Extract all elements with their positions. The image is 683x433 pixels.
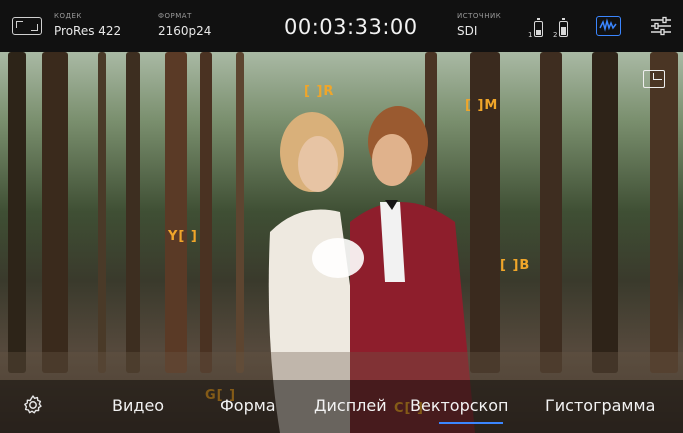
tab-histogram[interactable]: Гистограмма — [545, 396, 655, 415]
target-r: [ ]R — [304, 84, 335, 99]
couple-figures — [0, 106, 683, 433]
tab-video[interactable]: Видео — [112, 396, 164, 415]
status-bar: КОДЕК ProRes 422 ФОРМАТ 2160p24 00:03:33… — [0, 0, 683, 52]
codec-value[interactable]: ProRes 422 — [54, 24, 121, 38]
active-tab-indicator — [439, 422, 503, 424]
battery-1-icon — [534, 18, 543, 37]
target-m: [ ]M — [465, 98, 499, 113]
fullscreen-icon[interactable] — [12, 17, 42, 35]
tab-display[interactable]: Дисплей — [314, 396, 387, 415]
waveform-icon[interactable] — [596, 16, 621, 36]
battery-2-number: 2 — [553, 31, 558, 39]
codec-label: КОДЕК — [54, 12, 82, 20]
format-value[interactable]: 2160p24 — [158, 24, 211, 38]
target-b: [ ]B — [500, 258, 531, 273]
gear-icon[interactable] — [22, 394, 44, 416]
battery-2-icon — [559, 18, 568, 37]
video-preview[interactable]: [ ]R [ ]M Y[ ] [ ]B G[ ] C[ ] — [0, 52, 683, 433]
battery-1-number: 1 — [528, 31, 533, 39]
sliders-icon[interactable] — [650, 16, 672, 36]
format-label: ФОРМАТ — [158, 12, 192, 20]
timecode: 00:03:33:00 — [284, 15, 418, 39]
picture-in-picture-icon[interactable] — [643, 70, 665, 88]
source-value[interactable]: SDI — [457, 24, 477, 38]
target-y: Y[ ] — [168, 229, 198, 244]
source-label: ИСТОЧНИК — [457, 12, 502, 20]
tab-vectorscope[interactable]: Векторскоп — [410, 396, 508, 415]
tab-waveform[interactable]: Форма — [220, 396, 276, 415]
camera-monitor: КОДЕК ProRes 422 ФОРМАТ 2160p24 00:03:33… — [0, 0, 683, 433]
